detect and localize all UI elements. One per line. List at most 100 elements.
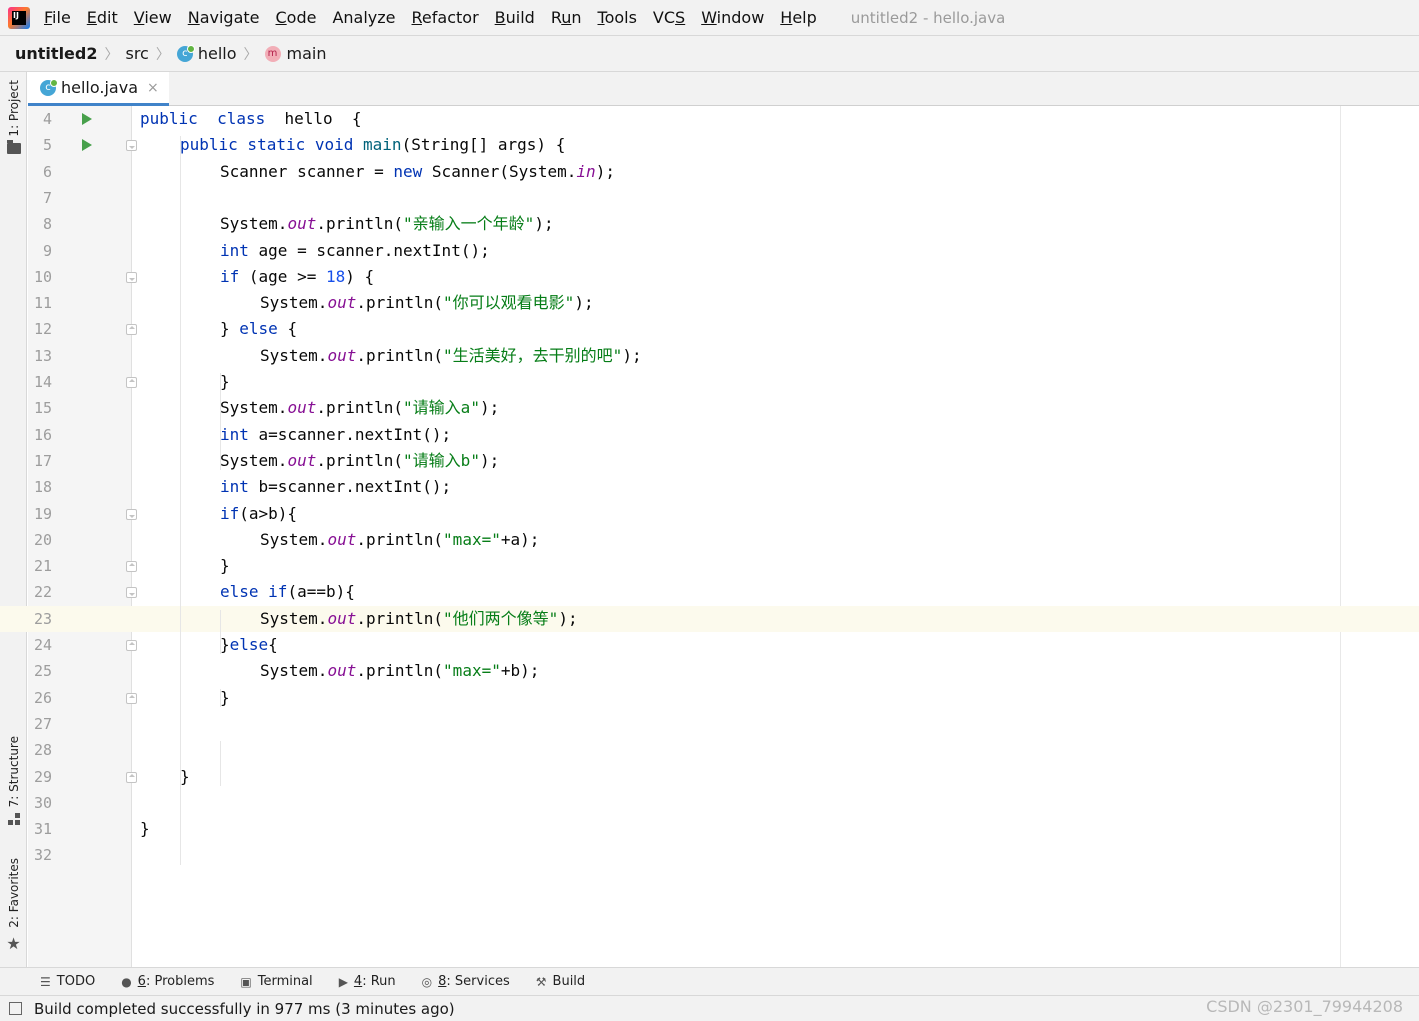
indent-guide: [220, 741, 221, 786]
code-token: +a);: [500, 529, 540, 549]
code-line[interactable]: 22 else if(a==b){: [0, 579, 1419, 605]
menu-window[interactable]: Window: [701, 8, 764, 27]
code-token: main: [363, 135, 402, 155]
breadcrumb-class[interactable]: c hello: [176, 44, 237, 63]
code-line[interactable]: 12} else {: [0, 316, 1419, 342]
code-line[interactable]: 20 System.out.println("max="+a);: [0, 527, 1419, 553]
code-token: age = scanner.nextInt();: [258, 240, 490, 260]
code-line[interactable]: 28: [0, 737, 1419, 763]
menu-tools[interactable]: Tools: [598, 8, 637, 27]
menu-vcs[interactable]: VCS: [653, 8, 685, 27]
tool-window-problems[interactable]: ● 6: Problems: [121, 974, 214, 989]
breadcrumb-method[interactable]: m main: [264, 44, 327, 63]
code-token: {: [287, 319, 298, 339]
menu-file[interactable]: File: [44, 8, 71, 27]
code-line[interactable]: 31}: [0, 816, 1419, 842]
code-token: out: [327, 345, 357, 365]
code-text: public static void main(String[] args) {: [180, 132, 565, 158]
run-gutter-icon[interactable]: [82, 113, 92, 125]
fold-close-icon[interactable]: [126, 561, 137, 573]
status-message: Build completed successfully in 977 ms (…: [34, 999, 455, 1018]
menu-navigate[interactable]: Navigate: [188, 8, 260, 27]
menu-view[interactable]: View: [134, 8, 172, 27]
method-icon: m: [264, 45, 281, 62]
code-line[interactable]: 27: [0, 711, 1419, 737]
code-token: public: [140, 109, 198, 128]
fold-open-icon[interactable]: [126, 140, 137, 152]
code-token: .println(: [316, 450, 404, 470]
line-number: 12: [33, 320, 52, 339]
fold-close-icon[interactable]: [126, 771, 137, 783]
code-line[interactable]: 26}: [0, 685, 1419, 711]
code-line[interactable]: 24}else{: [0, 632, 1419, 658]
code-line[interactable]: 7: [0, 185, 1419, 211]
code-line[interactable]: 23 System.out.println("他们两个像等");: [0, 605, 1419, 632]
code-line[interactable]: 5 public static void main(String[] args) …: [0, 132, 1419, 158]
code-line[interactable]: 8 System.out.println("亲输入一个年龄");: [0, 211, 1419, 237]
code-line[interactable]: 32: [0, 842, 1419, 868]
code-token: );: [622, 345, 642, 365]
code-line[interactable]: 29}: [0, 764, 1419, 790]
tool-window-terminal[interactable]: ▣ Terminal: [240, 974, 312, 989]
fold-close-icon[interactable]: [126, 377, 137, 388]
code-line[interactable]: 17 System.out.println("请输入b");: [0, 448, 1419, 474]
breadcrumb-src[interactable]: src: [125, 44, 148, 63]
tool-window-build[interactable]: ⚒ Build: [536, 974, 585, 989]
fold-close-icon[interactable]: [126, 324, 137, 336]
tab-label: hello.java: [61, 78, 138, 97]
menu-build[interactable]: Build: [495, 8, 535, 27]
code-line[interactable]: 18 int b=scanner.nextInt();: [0, 474, 1419, 500]
fold-close-icon[interactable]: [126, 640, 137, 651]
tool-window-todo[interactable]: ☰ TODO: [40, 974, 95, 989]
tool-window-run[interactable]: ▶ 4: Run: [339, 974, 396, 989]
terminal-icon: ▣: [240, 974, 252, 989]
code-line[interactable]: 15 System.out.println("请输入a");: [0, 395, 1419, 421]
code-line[interactable]: 9 int age = scanner.nextInt();: [0, 238, 1419, 264]
menu-items: File Edit View Navigate Code Analyze Refactor B…: [44, 8, 833, 27]
code-line[interactable]: 10 if (age >= 18) {: [0, 264, 1419, 290]
code-text: else if(a==b){: [220, 579, 355, 605]
star-icon: ★: [6, 933, 21, 953]
menu-edit[interactable]: Edit: [87, 8, 118, 27]
code-line[interactable]: 4 public class hello {: [0, 106, 1419, 132]
menu-run[interactable]: Run: [551, 8, 582, 27]
favorites-tool-button[interactable]: 2: Favorites ★: [0, 858, 27, 953]
code-line[interactable]: 14}: [0, 369, 1419, 395]
breadcrumb-separator-icon: 〉: [104, 46, 119, 63]
fold-close-icon[interactable]: [126, 692, 137, 704]
code-token: .println(: [316, 398, 404, 418]
status-toggle-icon[interactable]: [9, 1002, 22, 1015]
line-number: 21: [33, 557, 52, 576]
code-text: System.out.println("生活美好，去干别的吧");: [260, 343, 642, 369]
code-token: if: [220, 503, 240, 523]
code-line[interactable]: 6 Scanner scanner = new Scanner(System.in…: [0, 159, 1419, 185]
code-line[interactable]: 11 System.out.println("你可以观看电影");: [0, 290, 1419, 316]
menu-analyze[interactable]: Analyze: [332, 8, 395, 27]
tool-window-services[interactable]: ◎ 8: Services: [422, 974, 510, 989]
run-icon: ▶: [338, 974, 348, 989]
run-gutter-icon[interactable]: [82, 139, 92, 152]
breadcrumb-project[interactable]: untitled2: [15, 44, 97, 63]
fold-open-icon[interactable]: [126, 271, 137, 283]
menu-refactor[interactable]: Refactor: [412, 8, 479, 27]
fold-open-icon[interactable]: [126, 508, 137, 520]
line-number: 23: [33, 609, 52, 628]
breadcrumb-class-label: hello: [197, 44, 237, 63]
tab-hello-java[interactable]: c hello.java ×: [28, 72, 169, 106]
code-line[interactable]: 21}: [0, 553, 1419, 579]
code-line[interactable]: 19 if(a>b){: [0, 501, 1419, 527]
code-line[interactable]: 25 System.out.println("max="+b);: [0, 658, 1419, 684]
code-token: }: [220, 635, 230, 654]
menu-help[interactable]: Help: [780, 8, 816, 27]
code-line[interactable]: 30: [0, 790, 1419, 816]
services-icon: ◎: [421, 974, 433, 989]
menu-code[interactable]: Code: [276, 8, 317, 27]
problems-icon: ●: [121, 974, 132, 989]
breadcrumb-separator-icon: 〉: [155, 46, 170, 63]
code-line[interactable]: 16 int a=scanner.nextInt();: [0, 422, 1419, 448]
code-text: }: [220, 553, 230, 579]
breadcrumb-method-label: main: [286, 44, 327, 63]
code-line[interactable]: 13 System.out.println("生活美好，去干别的吧");: [0, 343, 1419, 369]
fold-open-icon[interactable]: [126, 587, 137, 599]
close-icon[interactable]: ×: [147, 80, 159, 96]
